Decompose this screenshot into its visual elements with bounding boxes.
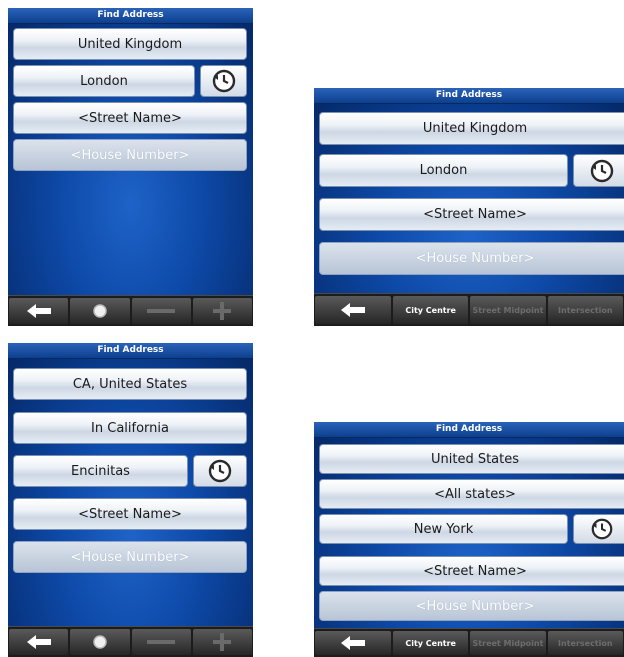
- intersection-button: Intersection: [547, 631, 623, 655]
- position-button[interactable]: [70, 298, 130, 324]
- country-button[interactable]: United States: [319, 444, 624, 474]
- city-button[interactable]: New York: [319, 514, 568, 544]
- back-arrow-icon: [26, 635, 51, 649]
- history-clock-icon: [208, 459, 232, 483]
- street-midpoint-button: Street Midpoint: [470, 296, 546, 324]
- history-clock-icon: [591, 518, 613, 540]
- street-button[interactable]: <Street Name>: [319, 556, 624, 586]
- back-button[interactable]: [315, 631, 391, 655]
- house-number-button: <House Number>: [13, 541, 247, 573]
- bottom-toolbar: [8, 295, 253, 326]
- back-arrow-icon: [341, 303, 365, 317]
- plus-icon: [213, 302, 232, 320]
- minus-icon: [147, 640, 176, 644]
- street-button[interactable]: <Street Name>: [13, 498, 247, 530]
- plus-icon: [213, 633, 232, 651]
- circle-icon: [93, 635, 107, 649]
- city-button[interactable]: London: [13, 65, 195, 97]
- screen-ny-landscape: Find Address United States <All states> …: [314, 422, 624, 657]
- zoom-in-button: [192, 629, 252, 655]
- bottom-toolbar: [8, 626, 253, 657]
- zoom-out-button: [131, 629, 191, 655]
- back-button[interactable]: [9, 298, 69, 324]
- back-button[interactable]: [9, 629, 69, 655]
- history-button[interactable]: [200, 65, 247, 97]
- position-button[interactable]: [70, 629, 130, 655]
- history-button[interactable]: [573, 154, 624, 187]
- circle-icon: [93, 304, 107, 318]
- back-arrow-icon: [26, 304, 51, 318]
- city-centre-button[interactable]: City Centre: [393, 296, 469, 324]
- minus-icon: [147, 309, 176, 313]
- back-arrow-icon: [341, 636, 365, 650]
- intersection-button: Intersection: [547, 296, 623, 324]
- house-number-button: <House Number>: [319, 242, 624, 275]
- screen-title: Find Address: [8, 8, 253, 24]
- country-button[interactable]: United Kingdom: [13, 28, 247, 60]
- city-button[interactable]: London: [319, 154, 568, 187]
- country-button[interactable]: United Kingdom: [319, 112, 624, 145]
- street-button[interactable]: <Street Name>: [319, 198, 624, 231]
- state-button[interactable]: <All states>: [319, 479, 624, 509]
- city-area-button[interactable]: In California: [13, 412, 247, 444]
- city-button[interactable]: Encinitas: [13, 455, 188, 487]
- bottom-toolbar: City Centre Street Midpoint Intersection: [314, 293, 624, 326]
- zoom-out-button: [131, 298, 191, 324]
- house-number-button: <House Number>: [13, 139, 247, 171]
- screen-uk-landscape: Find Address United Kingdom London <Stre…: [314, 88, 624, 326]
- bottom-toolbar: City Centre Street Midpoint Intersection: [314, 628, 624, 657]
- history-button[interactable]: [573, 514, 624, 544]
- screen-title: Find Address: [314, 422, 624, 438]
- history-clock-icon: [212, 69, 235, 93]
- history-clock-icon: [590, 159, 614, 182]
- screen-title: Find Address: [8, 343, 253, 359]
- city-centre-button[interactable]: City Centre: [393, 631, 469, 655]
- house-number-button: <House Number>: [319, 591, 624, 621]
- back-button[interactable]: [315, 296, 391, 324]
- screen-uk-portrait: Find Address United Kingdom London <Stre…: [8, 8, 253, 326]
- street-midpoint-button: Street Midpoint: [470, 631, 546, 655]
- screen-title: Find Address: [314, 88, 624, 104]
- street-button[interactable]: <Street Name>: [13, 102, 247, 134]
- history-button[interactable]: [193, 455, 247, 487]
- screen-us-portrait: Find Address CA, United States In Califo…: [8, 343, 253, 657]
- zoom-in-button: [192, 298, 252, 324]
- state-button[interactable]: CA, United States: [13, 368, 247, 400]
